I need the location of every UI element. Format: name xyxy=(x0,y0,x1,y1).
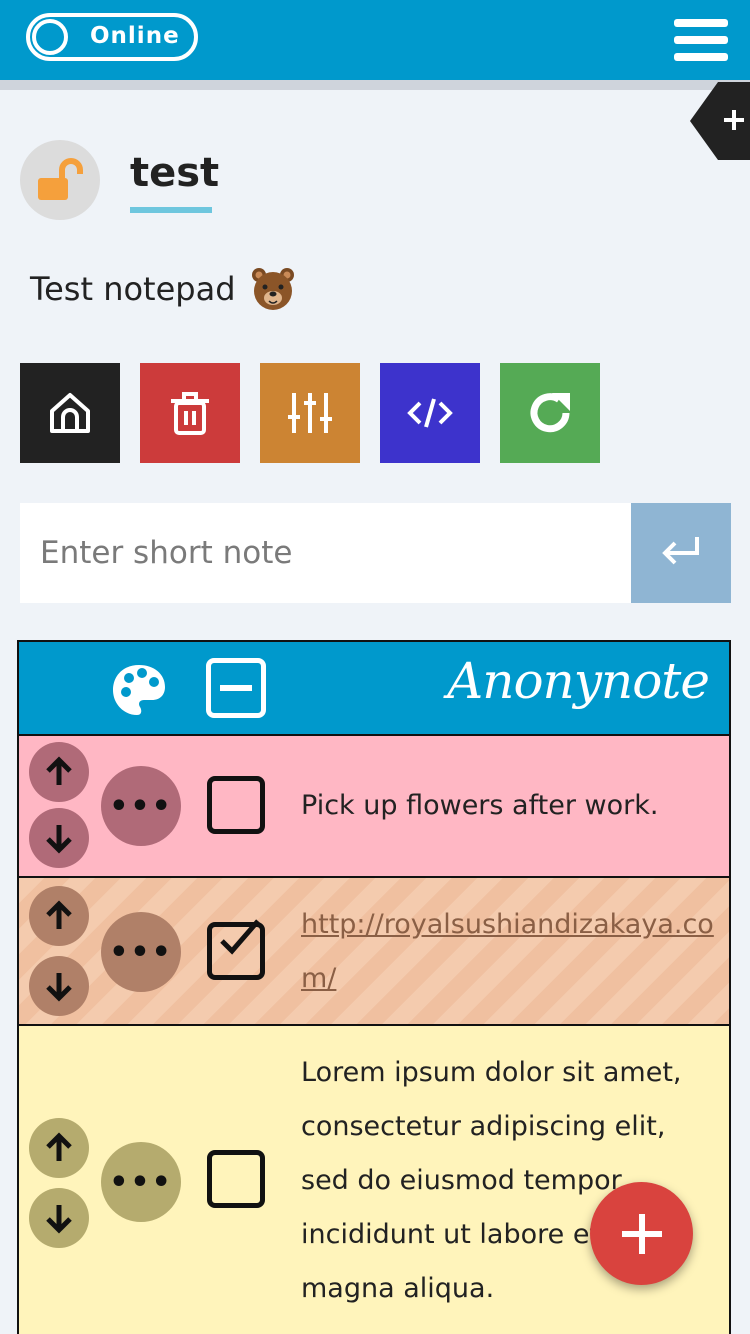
item-checkbox-checked[interactable] xyxy=(207,919,265,980)
brand-logo: Anonynote xyxy=(447,652,710,710)
item-text-line: consectetur adipiscing elit, xyxy=(301,1111,666,1142)
notepad-title[interactable]: test xyxy=(130,150,219,196)
item-text: Pick up flowers after work. xyxy=(301,790,659,821)
move-down-button[interactable] xyxy=(29,1188,89,1248)
title-underline xyxy=(130,207,212,213)
home-button[interactable] xyxy=(20,363,120,463)
notepad-description: Test notepad xyxy=(30,270,236,308)
add-note-fab[interactable] xyxy=(590,1182,693,1285)
hamburger-menu-icon[interactable] xyxy=(674,19,728,63)
lock-toggle-button[interactable] xyxy=(20,140,100,220)
sliders-icon xyxy=(288,393,332,433)
trash-icon xyxy=(171,392,209,435)
delete-button[interactable] xyxy=(140,363,240,463)
arrow-down-icon xyxy=(46,825,72,854)
online-status-label: Online xyxy=(90,23,180,49)
move-down-button[interactable] xyxy=(29,808,89,868)
arrow-up-icon xyxy=(46,756,72,785)
home-icon xyxy=(50,393,90,433)
palette-icon[interactable] xyxy=(111,662,167,718)
arrow-down-icon xyxy=(46,1205,72,1234)
short-note-input[interactable] xyxy=(20,503,631,603)
move-up-button[interactable] xyxy=(29,1118,89,1178)
online-toggle[interactable]: Online xyxy=(26,13,198,61)
item-link[interactable]: http://royalsushiandizakaya.co m/ xyxy=(301,898,714,1006)
bear-face-icon xyxy=(252,268,294,310)
plus-icon xyxy=(621,1213,662,1254)
item-checkbox[interactable] xyxy=(207,776,265,834)
arrow-up-icon xyxy=(46,1132,72,1161)
more-options-button[interactable]: ••• xyxy=(101,766,181,846)
refresh-button[interactable] xyxy=(500,363,600,463)
unlocked-padlock-icon xyxy=(38,158,83,200)
item-text-line: Lorem ipsum dolor sit amet, xyxy=(301,1057,682,1088)
checkmark-icon xyxy=(220,919,260,955)
refresh-icon xyxy=(530,393,570,433)
list-header: Anonynote xyxy=(19,642,729,736)
top-bar: Online xyxy=(0,0,750,80)
embed-code-button[interactable] xyxy=(380,363,480,463)
settings-button[interactable] xyxy=(260,363,360,463)
move-up-button[interactable] xyxy=(29,742,89,802)
item-link-line-1[interactable]: http://royalsushiandizakaya.co xyxy=(301,898,714,952)
more-options-button[interactable]: ••• xyxy=(101,1142,181,1222)
submit-note-button[interactable] xyxy=(631,503,731,603)
more-options-button[interactable]: ••• xyxy=(101,912,181,992)
minus-square-icon[interactable] xyxy=(206,658,266,718)
code-icon xyxy=(407,398,453,428)
top-bar-shadow xyxy=(0,80,750,90)
item-link-line-2[interactable]: m/ xyxy=(301,952,714,1006)
arrow-up-icon xyxy=(46,900,72,929)
move-up-button[interactable] xyxy=(29,886,89,946)
side-add-tab[interactable] xyxy=(690,82,750,160)
enter-return-icon xyxy=(662,537,699,565)
item-checkbox[interactable] xyxy=(207,1150,265,1208)
list-item: ••• http://royalsushiandizakaya.co m/ xyxy=(19,878,729,1026)
list-item: ••• Lorem ipsum dolor sit amet, consecte… xyxy=(19,1026,729,1334)
toggle-knob xyxy=(32,19,68,55)
arrow-down-icon xyxy=(46,973,72,1002)
list-item: ••• Pick up flowers after work. xyxy=(19,736,729,878)
move-down-button[interactable] xyxy=(29,956,89,1016)
